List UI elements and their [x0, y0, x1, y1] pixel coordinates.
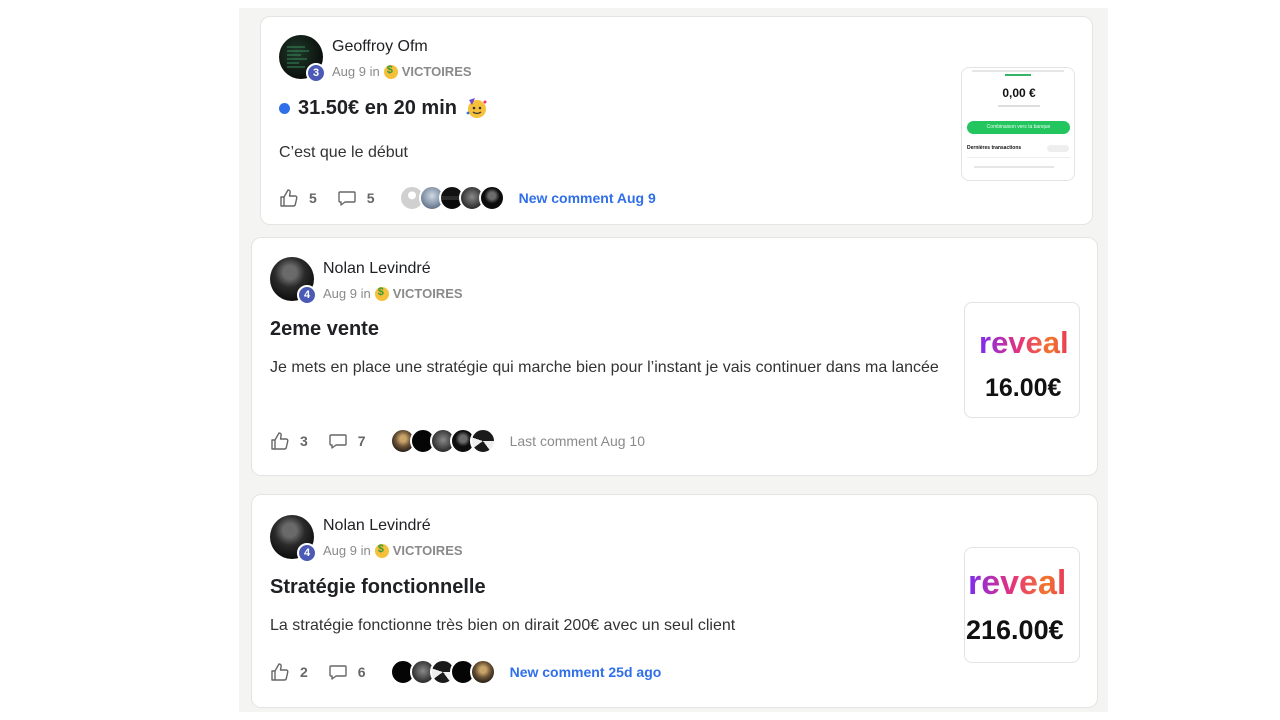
commenter-avatars[interactable]: [398, 185, 505, 211]
unread-dot-icon: [279, 102, 290, 114]
like-count: 3: [300, 433, 308, 449]
like-button[interactable]: 3: [270, 431, 308, 451]
comment-button[interactable]: 7: [328, 431, 366, 451]
post-date: Aug 9 in: [323, 543, 371, 558]
comment-count: 5: [366, 190, 375, 206]
commenter-avatars[interactable]: [389, 659, 496, 685]
comment-icon: [338, 191, 356, 206]
author-name[interactable]: Geoffroy Ofm: [332, 38, 428, 56]
thumb-balance: 0,00 €: [1002, 86, 1036, 100]
category-link[interactable]: VICTOIRES: [402, 64, 472, 79]
money-face-icon: [374, 286, 389, 301]
comment-button[interactable]: 6: [328, 662, 366, 682]
thumb-amount: 216.00€: [966, 615, 1064, 645]
money-face-icon: [374, 543, 389, 558]
author-name[interactable]: Nolan Levindré: [323, 260, 431, 278]
thumb-chip: [1047, 145, 1069, 152]
reveal-logo: reveal: [979, 325, 1069, 360]
feed: 3 Geoffroy Ofm Aug 9 in VICTOIRES 31.50€…: [239, 8, 1108, 712]
comment-icon: [329, 434, 347, 449]
post-body: C’est que le début: [279, 144, 408, 161]
author-avatar[interactable]: 4: [270, 257, 317, 305]
post-card[interactable]: 3 Geoffroy Ofm Aug 9 in VICTOIRES 31.50€…: [260, 16, 1093, 225]
post-title-text: 2eme vente: [270, 318, 379, 340]
level-badge: 4: [297, 543, 317, 563]
post-thumbnail[interactable]: reveal 16.00€: [964, 302, 1080, 418]
post-thumbnail[interactable]: 0,00 € Combinaison vers ta banque Derniè…: [961, 67, 1075, 181]
like-button[interactable]: 5: [279, 188, 317, 208]
post-date: Aug 9 in: [332, 64, 380, 79]
post-body: Je mets en place une stratégie qui march…: [270, 359, 939, 376]
author-name[interactable]: Nolan Levindré: [323, 517, 431, 535]
like-count: 2: [300, 664, 308, 680]
thumb-section: Dernières transactions: [967, 145, 1022, 151]
thumb-subtitle-line: [998, 105, 1040, 107]
post-meta: Aug 9 in VICTOIRES: [323, 286, 463, 302]
category-link[interactable]: VICTOIRES: [393, 286, 463, 301]
comment-count: 6: [357, 664, 366, 680]
post-stats: 3 7 Last comment Aug 10: [270, 428, 645, 454]
last-comment-text[interactable]: New comment Aug 9: [519, 190, 656, 206]
post-title-text: 31.50€ en 20 min: [298, 96, 457, 119]
like-count: 5: [309, 190, 317, 206]
thumb-button-label: Combinaison vers ta banque: [986, 124, 1051, 130]
money-face-icon: [383, 64, 398, 79]
author-avatar[interactable]: 3: [279, 35, 326, 83]
post-date: Aug 9 in: [323, 286, 371, 301]
thumb-row-line: [974, 166, 1054, 168]
post-title-text: Stratégie fonctionnelle: [270, 576, 486, 598]
last-comment-text[interactable]: Last comment Aug 10: [510, 433, 645, 449]
author-avatar[interactable]: 4: [270, 515, 317, 563]
party-face-icon: [466, 98, 487, 118]
thumbs-up-icon: [280, 189, 298, 207]
commenter-avatar: [469, 428, 496, 454]
post-meta: Aug 9 in VICTOIRES: [323, 543, 463, 559]
post-meta: Aug 9 in VICTOIRES: [332, 64, 472, 80]
comment-icon: [329, 665, 347, 680]
post-stats: 2 6 New comment 25d ago: [270, 659, 661, 685]
post-thumbnail[interactable]: reveal 216.00€: [964, 547, 1080, 663]
thumb-amount: 16.00€: [985, 374, 1062, 402]
level-badge: 3: [306, 63, 326, 83]
thumb-link-line: [1005, 74, 1031, 76]
reveal-logo: reveal: [968, 564, 1067, 602]
comment-count: 7: [357, 433, 366, 449]
thumbs-up-icon: [271, 432, 289, 450]
post-title[interactable]: 31.50€ en 20 min: [279, 96, 489, 120]
comment-button[interactable]: 5: [337, 188, 375, 208]
thumb-top-line: [972, 70, 1064, 72]
post-card[interactable]: 4 Nolan Levindré Aug 9 in VICTOIRES 2eme…: [251, 237, 1098, 476]
thumb-divider: [967, 157, 1070, 158]
category-link[interactable]: VICTOIRES: [393, 543, 463, 558]
level-badge: 4: [297, 285, 317, 305]
commenter-avatars[interactable]: [389, 428, 496, 454]
last-comment-text[interactable]: New comment 25d ago: [510, 664, 662, 680]
commenter-avatar: [478, 185, 505, 211]
like-button[interactable]: 2: [270, 662, 308, 682]
thumbs-up-icon: [271, 663, 289, 681]
post-body: La stratégie fonctionne très bien on dir…: [270, 617, 736, 634]
thumb-green-button: Combinaison vers ta banque: [967, 121, 1070, 134]
commenter-avatar: [469, 659, 496, 685]
post-card[interactable]: 4 Nolan Levindré Aug 9 in VICTOIRES Stra…: [251, 494, 1098, 708]
post-stats: 5 5 New comment Aug 9: [279, 185, 656, 211]
post-title[interactable]: 2eme vente: [270, 318, 379, 341]
post-title[interactable]: Stratégie fonctionnelle: [270, 576, 486, 599]
